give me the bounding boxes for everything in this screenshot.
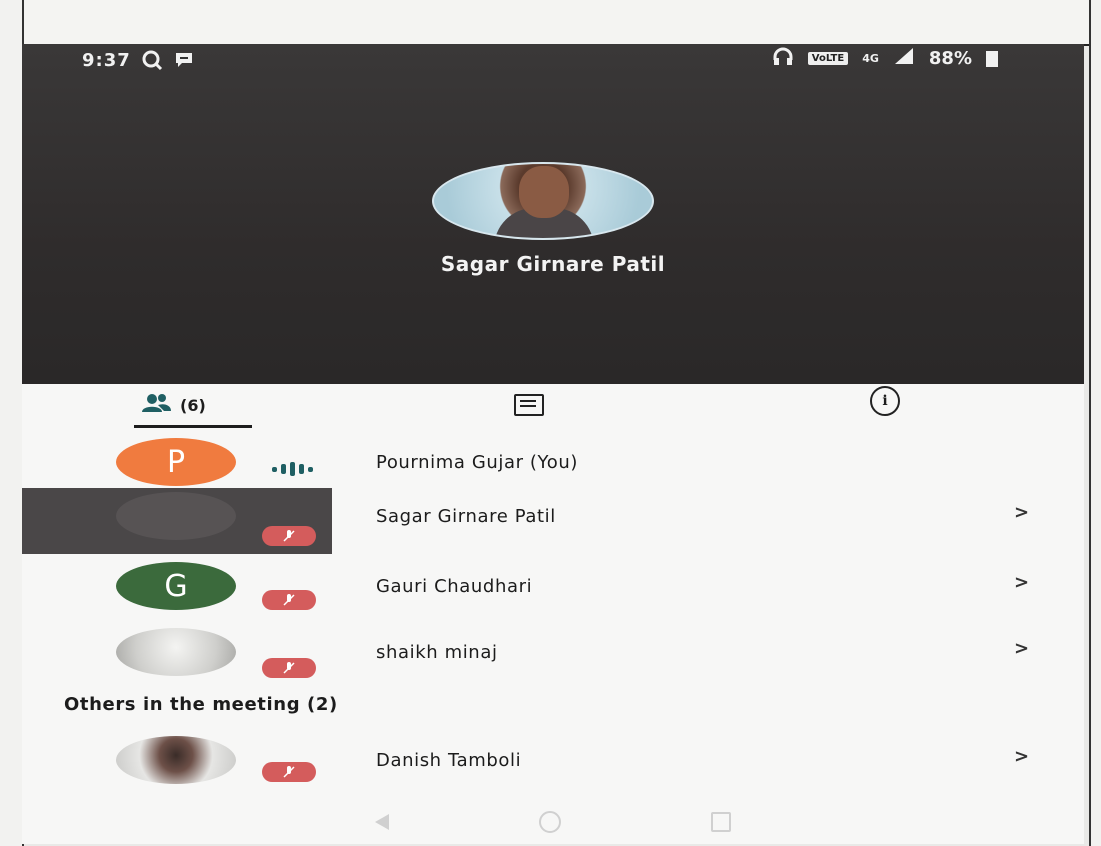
tab-chat[interactable]	[514, 388, 544, 422]
headphones-icon	[772, 46, 794, 71]
battery-icon	[986, 50, 998, 67]
active-speaker-view[interactable]: 9:37 VoLTE 4G 88% Sagar Girnare Patil	[22, 44, 1084, 384]
chevron-right-icon[interactable]: >	[1014, 572, 1029, 593]
participant-name: Danish Tamboli	[376, 750, 522, 771]
paper-top-border	[0, 0, 1101, 46]
participant-name: Sagar Girnare Patil	[376, 506, 556, 527]
network-type: 4G	[862, 52, 879, 65]
tab-people[interactable]: (6)	[134, 388, 252, 428]
signal-icon	[893, 47, 915, 70]
phone-screen: 9:37 VoLTE 4G 88% Sagar Girnare Patil (6…	[22, 44, 1084, 844]
tab-people-underline	[134, 425, 252, 428]
participant-name: shaikh minaj	[376, 642, 498, 663]
chevron-right-icon[interactable]: >	[1014, 638, 1029, 659]
message-icon	[172, 48, 196, 72]
home-icon[interactable]	[539, 810, 561, 833]
participant-row[interactable]: shaikh minaj >	[22, 624, 1084, 692]
search-icon	[140, 48, 164, 72]
avatar: G	[116, 562, 236, 610]
people-icon	[140, 393, 172, 417]
avatar	[116, 628, 236, 676]
active-speaker-name: Sagar Girnare Patil	[440, 252, 666, 276]
speaking-indicator-icon	[272, 462, 313, 476]
info-icon: i	[870, 386, 900, 416]
back-icon[interactable]	[375, 813, 389, 830]
mic-off-icon	[262, 658, 316, 678]
mic-off-icon	[262, 526, 316, 546]
mic-off-icon	[262, 762, 316, 782]
people-count: (6)	[180, 395, 206, 415]
participant-name: Gauri Chaudhari	[376, 576, 533, 597]
status-right-group: VoLTE 4G 88%	[772, 46, 998, 71]
frame-right-border	[1089, 0, 1101, 846]
battery-percent: 88%	[928, 48, 972, 69]
tab-info[interactable]: i	[870, 384, 900, 418]
participant-row[interactable]: Danish Tamboli >	[22, 732, 1084, 800]
frame-left-border	[0, 0, 24, 846]
participant-row[interactable]: G Gauri Chaudhari >	[22, 558, 1084, 626]
mic-off-icon	[262, 590, 316, 610]
chevron-right-icon[interactable]: >	[1014, 746, 1029, 767]
chat-icon	[514, 394, 544, 416]
status-time: 9:37	[82, 50, 131, 71]
participant-row[interactable]: Sagar Girnare Patil >	[22, 488, 1084, 556]
recent-apps-icon[interactable]	[711, 811, 731, 832]
avatar: P	[116, 438, 236, 486]
volte-badge: VoLTE	[807, 52, 849, 65]
chevron-right-icon[interactable]: >	[1014, 502, 1029, 523]
participant-name: Pournima Gujar (You)	[376, 452, 578, 473]
avatar	[116, 492, 236, 540]
android-nav-bar	[22, 799, 1084, 844]
status-bar: 9:37 VoLTE 4G 88%	[22, 44, 1084, 84]
meeting-tab-bar: (6) i	[22, 384, 1084, 428]
avatar	[116, 736, 236, 784]
active-speaker-avatar	[432, 162, 654, 240]
others-section-label: Others in the meeting (2)	[64, 694, 338, 715]
